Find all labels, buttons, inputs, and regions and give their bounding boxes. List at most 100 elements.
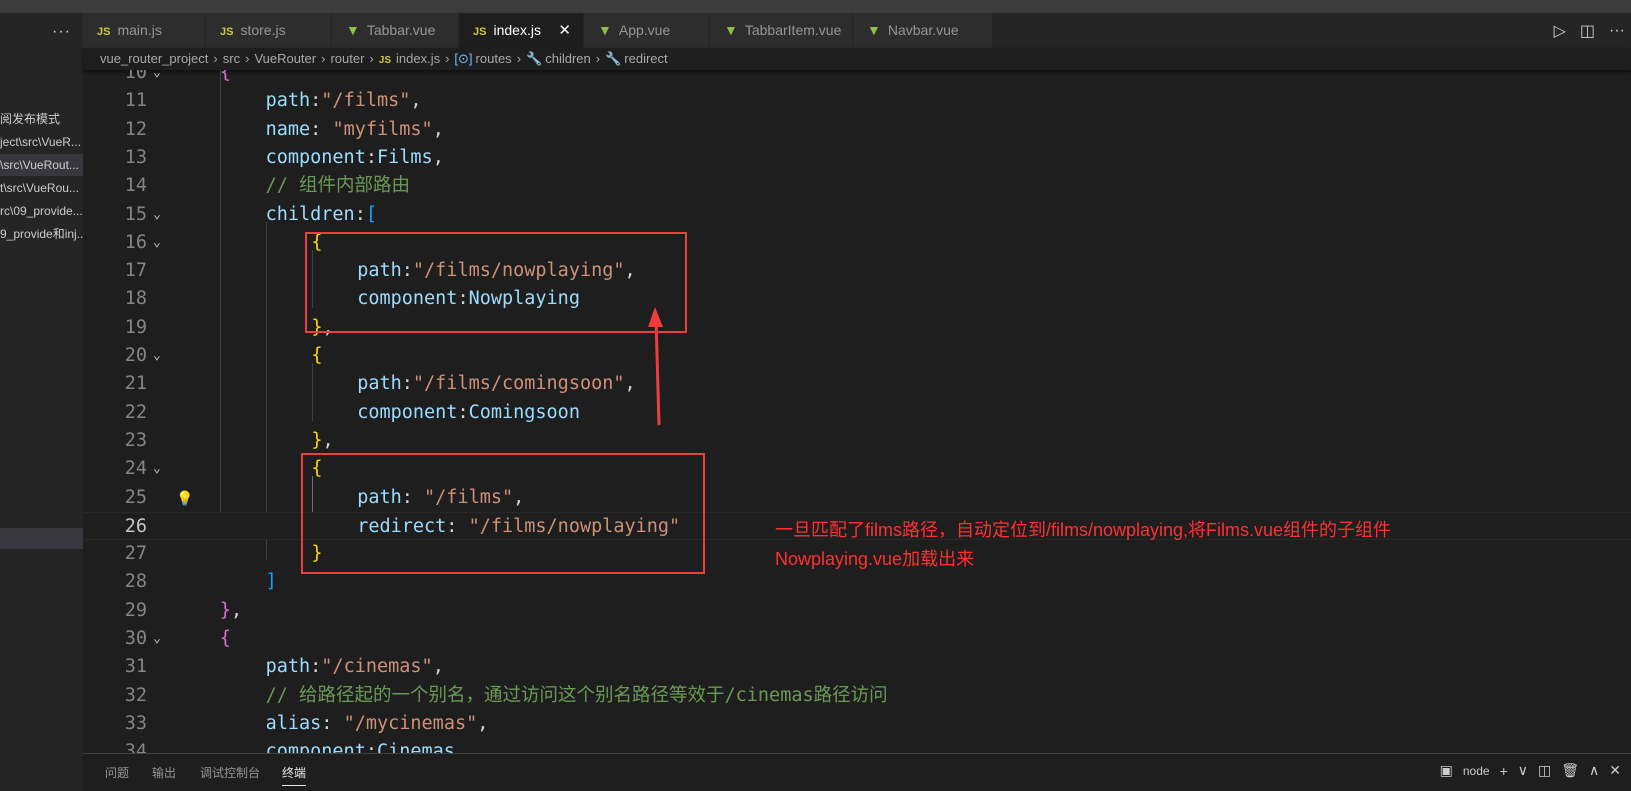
code-token: // 组件内部路由 <box>265 175 411 197</box>
code-line[interactable]: 34 component:Cinemas <box>83 738 1631 753</box>
close-panel-icon[interactable]: ✕ <box>1609 762 1621 779</box>
annotation-arrow <box>648 307 663 426</box>
tab-tabbar-vue[interactable]: ▼ Tabbar.vue <box>332 13 459 48</box>
fold-chevron-icon[interactable]: ⌄ <box>153 70 161 87</box>
code-token: "/cinemas" <box>321 656 433 678</box>
panel-tab-debug-console[interactable]: 调试控制台 <box>200 764 260 781</box>
code-line[interactable]: 31 path:"/cinemas", <box>83 653 1631 681</box>
line-number: 17 <box>124 260 147 282</box>
code-line[interactable]: 10 ⌄ { <box>83 70 1631 87</box>
tab-app-vue[interactable]: ▼ App.vue <box>584 13 710 48</box>
code-text: // 给路径起的一个别名，通过访问这个别名路径等效于/cinemas路径访问 <box>266 682 888 710</box>
more-icon[interactable]: ··· <box>52 23 71 41</box>
code-token: : <box>457 401 469 423</box>
code-token: } <box>219 599 231 621</box>
close-icon[interactable]: ✕ <box>558 13 571 48</box>
line-number: 11 <box>124 90 147 112</box>
sidebar-item[interactable]: ject\src\VueR... <box>0 131 83 153</box>
lightbulb-icon[interactable]: 💡 <box>176 490 193 506</box>
sidebar-item[interactable]: rc\09_provide... <box>0 200 83 222</box>
split-terminal-icon[interactable]: ◫ <box>1538 762 1551 779</box>
fold-chevron-icon[interactable]: ⌄ <box>153 342 161 370</box>
code-text: { <box>220 625 231 653</box>
sidebar-item[interactable]: t\src\VueRou... <box>0 177 83 199</box>
more-actions-icon[interactable]: ··· <box>1609 22 1625 40</box>
chevron-down-icon[interactable]: ∨ <box>1518 762 1528 779</box>
breadcrumb-item[interactable]: src <box>223 51 240 66</box>
code-line[interactable]: 21 path:"/films/comingsoon", <box>83 370 1631 398</box>
fold-chevron-icon[interactable]: ⌄ <box>153 201 161 229</box>
code-line[interactable]: 23}, <box>83 427 1631 455</box>
code-line[interactable]: 32 // 给路径起的一个别名，通过访问这个别名路径等效于/cinemas路径访问 <box>83 682 1631 710</box>
sidebar-selected-row[interactable] <box>0 528 83 549</box>
code-line[interactable]: 29}, <box>83 597 1631 625</box>
maximize-panel-icon[interactable]: ∧ <box>1589 762 1599 779</box>
js-icon: JS <box>97 26 111 38</box>
code-token: path <box>357 373 402 395</box>
code-token: component <box>265 741 366 753</box>
vue-icon: ▼ <box>867 22 881 38</box>
annotation-line: 一旦匹配了films路径，自动定位到/films/nowplaying,将Fil… <box>775 520 1392 540</box>
panel-tab-problems[interactable]: 问题 <box>105 764 129 781</box>
code-line[interactable]: 15 ⌄ children:[ <box>83 201 1631 229</box>
code-line[interactable]: 22 component:Comingsoon <box>83 399 1631 427</box>
code-line[interactable]: 20 ⌄ { <box>83 342 1631 370</box>
sidebar-item[interactable]: 阅发布模式 <box>0 108 83 130</box>
line-number: 34 <box>124 741 147 753</box>
code-token: , <box>230 599 243 621</box>
line-number: 28 <box>124 571 147 593</box>
breadcrumb-item[interactable]: vue_router_project <box>100 51 208 66</box>
code-token: name <box>265 118 311 140</box>
run-icon[interactable]: ▷ <box>1554 21 1566 41</box>
wrench-icon: 🔧 <box>605 51 622 66</box>
annotation-line: Nowplaying.vue加载出来 <box>775 549 975 569</box>
tab-main-js[interactable]: JS main.js <box>83 13 206 48</box>
vue-icon: ▼ <box>724 22 738 38</box>
breadcrumb-item[interactable]: redirect <box>624 51 667 66</box>
fold-chevron-icon[interactable]: ⌄ <box>153 625 161 653</box>
tab-tabbaritem-vue[interactable]: ▼ TabbarItem.vue <box>710 13 853 48</box>
chevron-right-icon: › <box>516 51 522 66</box>
code-line[interactable]: 12 name: "myfilms", <box>83 116 1631 144</box>
line-number: 33 <box>124 712 147 734</box>
code-token: , <box>322 429 334 451</box>
breadcrumb-item[interactable]: index.js <box>396 51 440 66</box>
code-token: , <box>432 118 444 140</box>
code-line[interactable]: 14 // 组件内部路由 <box>83 172 1631 200</box>
breadcrumb-item[interactable]: children <box>545 51 591 66</box>
terminal-selector[interactable]: node <box>1463 764 1490 778</box>
code-text: name: "myfilms", <box>266 116 444 144</box>
fold-chevron-icon[interactable]: ⌄ <box>153 229 161 257</box>
code-line[interactable]: 33 alias: "/mycinemas", <box>83 710 1631 738</box>
code-line[interactable]: 13 component:Films, <box>83 144 1631 172</box>
line-number: 15 <box>124 203 147 225</box>
trash-icon[interactable]: 🗑 <box>1561 762 1579 779</box>
line-number: 18 <box>124 288 147 310</box>
sidebar-item[interactable]: 9_provide和inj... <box>0 223 83 245</box>
code-token: , <box>410 90 422 112</box>
line-number: 25 <box>124 486 147 508</box>
code-text: component:Films, <box>266 144 444 172</box>
panel-tab-terminal[interactable]: 终端 <box>282 764 307 786</box>
tab-label: store.js <box>240 22 286 38</box>
tab-index-js[interactable]: JS index.js ✕ <box>459 13 584 48</box>
breadcrumb-item[interactable]: routes <box>476 51 512 66</box>
code-token: "/films/comingsoon" <box>412 373 625 395</box>
line-number: 21 <box>124 373 147 395</box>
line-number: 22 <box>124 401 147 423</box>
code-line[interactable]: 30 ⌄ { <box>83 625 1631 653</box>
tab-navbar-vue[interactable]: ▼ Navbar.vue <box>853 13 993 48</box>
code-token: : <box>365 741 377 753</box>
add-terminal-icon[interactable]: + <box>1500 763 1508 779</box>
panel-tab-output[interactable]: 输出 <box>152 764 176 781</box>
breadcrumb-item[interactable]: VueRouter <box>254 51 316 66</box>
split-editor-icon[interactable]: ◫ <box>1580 21 1595 41</box>
code-token: "/mycinemas" <box>343 712 478 734</box>
code-editor[interactable]: 10 ⌄{11 path:"/films", 12 name: "myfilms", 13… <box>83 70 1631 753</box>
fold-chevron-icon[interactable]: ⌄ <box>153 455 161 483</box>
tab-store-js[interactable]: JS store.js <box>206 13 332 48</box>
code-line[interactable]: 11 path:"/films", <box>83 87 1631 115</box>
sidebar-item[interactable]: \src\VueRout... <box>0 154 83 176</box>
breadcrumb-item[interactable]: router <box>330 51 364 66</box>
code-token: [ <box>365 203 377 225</box>
